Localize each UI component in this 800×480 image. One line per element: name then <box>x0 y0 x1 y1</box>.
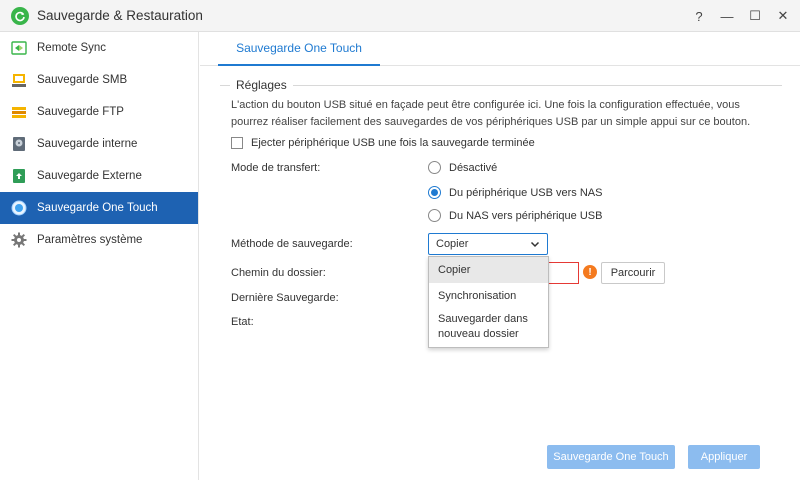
sidebar-item-label: Sauvegarde Externe <box>37 170 142 182</box>
radio-button[interactable] <box>428 161 441 174</box>
smb-backup-icon <box>11 72 27 88</box>
last-backup-label: Dernière Sauvegarde: <box>231 292 339 304</box>
tab-one-touch[interactable]: Sauvegarde One Touch <box>218 32 380 66</box>
internal-backup-icon <box>11 136 27 152</box>
sidebar-item-external[interactable]: Sauvegarde Externe <box>0 160 198 192</box>
sidebar-item-system-settings[interactable]: Paramètres système <box>0 224 198 256</box>
app-logo-icon <box>11 6 29 25</box>
title-bar: Sauvegarde & Restauration ? — ☐ ✕ <box>0 0 800 32</box>
dropdown-option-copy[interactable]: Copier <box>429 257 548 283</box>
sidebar-item-internal[interactable]: Sauvegarde interne <box>0 128 198 160</box>
eject-label: Ejecter périphérique USB une fois la sau… <box>251 137 535 149</box>
apply-button[interactable]: Appliquer <box>688 445 760 469</box>
remote-sync-icon <box>11 40 27 56</box>
tab-bar: Sauvegarde One Touch <box>200 32 800 66</box>
folder-path-label: Chemin du dossier: <box>231 267 326 279</box>
help-icon[interactable]: ? <box>692 9 706 24</box>
backup-method-select[interactable]: Copier <box>428 233 548 255</box>
sidebar-item-label: Sauvegarde FTP <box>37 106 124 118</box>
maximize-icon[interactable]: ☐ <box>748 8 762 23</box>
backup-method-dropdown: Copier Synchronisation Sauvegarder dans … <box>428 256 549 348</box>
sidebar-item-label: Sauvegarde SMB <box>37 74 128 86</box>
transfer-mode-usb-to-nas[interactable]: Du périphérique USB vers NAS <box>428 186 602 199</box>
radio-label: Du périphérique USB vers NAS <box>449 186 603 199</box>
gear-icon <box>11 232 27 248</box>
sidebar-item-label: Paramètres système <box>37 234 143 246</box>
sidebar-item-remote-sync[interactable]: Remote Sync <box>0 32 198 64</box>
radio-button[interactable] <box>428 209 441 222</box>
transfer-mode-nas-to-usb[interactable]: Du NAS vers périphérique USB <box>428 209 602 222</box>
dropdown-option-new-folder[interactable]: Sauvegarder dans nouveau dossier <box>429 312 529 342</box>
sidebar-item-smb[interactable]: Sauvegarde SMB <box>0 64 198 96</box>
browse-button[interactable]: Parcourir <box>601 262 665 284</box>
section-divider <box>220 85 782 86</box>
sidebar-item-one-touch[interactable]: Sauvegarde One Touch <box>0 192 198 224</box>
settings-section-header: Réglages <box>220 78 782 92</box>
transfer-mode-disabled[interactable]: Désactivé <box>428 161 497 174</box>
window-title: Sauvegarde & Restauration <box>37 8 203 23</box>
minimize-icon[interactable]: — <box>720 9 734 24</box>
external-backup-icon <box>11 168 27 184</box>
radio-label: Du NAS vers périphérique USB <box>449 209 603 222</box>
one-touch-backup-button[interactable]: Sauvegarde One Touch <box>547 445 675 469</box>
one-touch-icon <box>11 200 27 216</box>
sidebar-item-label: Sauvegarde One Touch <box>37 202 158 214</box>
sidebar-item-label: Remote Sync <box>37 42 107 54</box>
sidebar-item-label: Sauvegarde interne <box>37 138 138 150</box>
ftp-backup-icon <box>11 104 27 120</box>
sidebar: Remote Sync Sauvegarde SMB Sauvegarde FT… <box>0 32 199 480</box>
transfer-mode-label: Mode de transfert: <box>231 162 321 174</box>
backup-method-label: Méthode de sauvegarde: <box>231 238 353 250</box>
chevron-down-icon <box>530 239 540 252</box>
backup-method-value: Copier <box>436 238 469 250</box>
status-label: Etat: <box>231 316 254 328</box>
radio-label: Désactivé <box>449 161 498 174</box>
eject-checkbox[interactable] <box>231 137 243 149</box>
settings-description: L'action du bouton USB situé en façade p… <box>231 99 751 128</box>
radio-button-selected[interactable] <box>428 186 441 199</box>
section-title: Réglages <box>230 78 293 92</box>
sidebar-item-ftp[interactable]: Sauvegarde FTP <box>0 96 198 128</box>
dropdown-option-sync[interactable]: Synchronisation <box>429 283 548 309</box>
warning-icon: ! <box>583 265 597 279</box>
eject-option[interactable]: Ejecter périphérique USB une fois la sau… <box>231 137 535 149</box>
close-icon[interactable]: ✕ <box>776 8 790 23</box>
